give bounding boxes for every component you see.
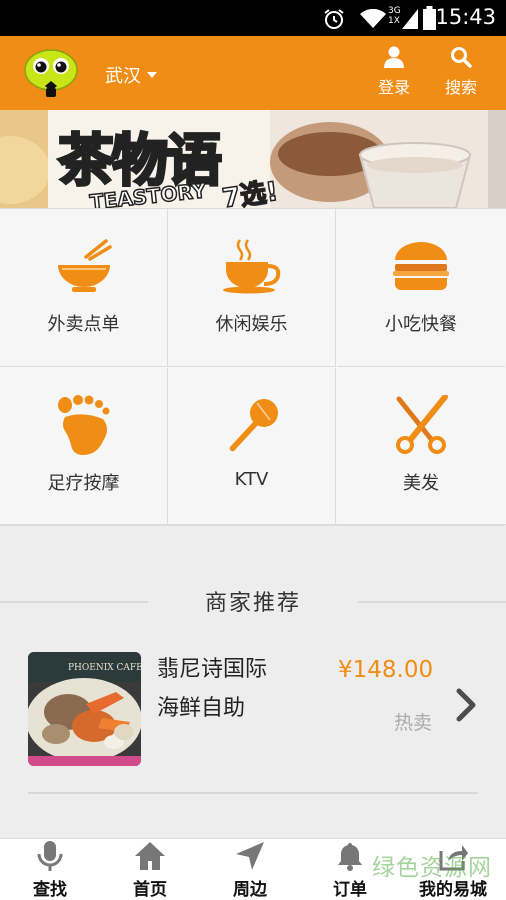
- category-label: 美发: [403, 473, 439, 494]
- divider-right: [358, 601, 506, 603]
- foot-icon: [57, 395, 109, 455]
- promo-banner[interactable]: 茶物语 TEASTORY 7选!: [0, 110, 506, 208]
- category-label: 小吃快餐: [385, 314, 457, 335]
- nav-label: 查找: [33, 880, 67, 900]
- divider-left: [0, 601, 148, 603]
- status-bar: 3G 1X 15:43: [0, 0, 506, 36]
- thumbnail-sign: PHOENIX CAFE: [68, 663, 141, 673]
- search-icon: [451, 47, 472, 68]
- signal-icon: [402, 9, 418, 29]
- city-selector[interactable]: 武汉: [105, 62, 157, 88]
- banner-image: 茶物语 TEASTORY 7选!: [0, 110, 506, 208]
- merchant-thumbnail: PHOENIX CAFE: [28, 652, 141, 766]
- nav-find[interactable]: 查找: [0, 841, 100, 900]
- login-label: 登录: [377, 78, 410, 97]
- nav-nearby[interactable]: 周边: [200, 841, 300, 900]
- search-label: 搜索: [444, 78, 477, 97]
- category-leisure[interactable]: 休闲娱乐: [168, 209, 336, 367]
- bowl-chopsticks-icon: [57, 239, 112, 292]
- microphone-icon: [229, 399, 278, 452]
- category-foot-massage[interactable]: 足疗按摩: [0, 368, 168, 526]
- category-ktv[interactable]: KTV: [168, 368, 336, 526]
- category-label: 休闲娱乐: [215, 314, 288, 335]
- section-title: 商家推荐: [148, 585, 358, 617]
- recommend-section-header: 商家推荐: [0, 575, 506, 625]
- list-divider: [28, 792, 478, 794]
- category-takeaway[interactable]: 外卖点单: [0, 209, 168, 367]
- search-button[interactable]: 搜索: [431, 46, 491, 98]
- hot-sale-tag: 热卖: [394, 712, 433, 734]
- user-icon: [384, 46, 404, 68]
- clock-time: 15:43: [435, 5, 496, 29]
- nav-label: 首页: [133, 880, 167, 900]
- chevron-right-icon[interactable]: [455, 688, 477, 722]
- login-button[interactable]: 登录: [364, 46, 424, 98]
- app-header: 武汉 登录 搜索: [0, 36, 506, 110]
- wifi-icon: [360, 9, 386, 28]
- network-type-label: 3G 1X: [388, 6, 401, 26]
- coffee-cup-icon: [222, 239, 280, 294]
- merchant-item[interactable]: PHOENIX CAFE 翡尼诗国际海鲜自助 ¥148.00 热卖: [0, 630, 506, 790]
- watermark-text: 绿色资源网: [372, 855, 492, 881]
- city-label: 武汉: [105, 66, 141, 87]
- microphone-icon: [37, 841, 63, 871]
- nav-home[interactable]: 首页: [100, 841, 200, 900]
- category-snack[interactable]: 小吃快餐: [337, 209, 505, 367]
- battery-icon: [423, 6, 436, 30]
- merchant-name: 翡尼诗国际海鲜自助: [157, 657, 268, 721]
- category-grid: 外卖点单 休闲娱乐 小吃快餐 足疗按摩 KTV 美发: [0, 208, 506, 526]
- category-label: 足疗按摩: [47, 473, 120, 494]
- burger-icon: [393, 242, 449, 290]
- category-hair[interactable]: 美发: [337, 368, 505, 526]
- caret-down-icon: [147, 72, 157, 78]
- location-arrow-icon: [236, 842, 264, 870]
- category-label: KTV: [234, 469, 269, 490]
- nav-label: 周边: [233, 880, 267, 900]
- alarm-icon: [324, 9, 344, 29]
- scissors-icon: [396, 395, 448, 454]
- merchant-price: ¥148.00: [338, 657, 434, 683]
- app-logo-icon: [24, 49, 78, 97]
- bell-icon: [338, 843, 362, 871]
- home-icon: [135, 842, 165, 870]
- category-label: 外卖点单: [47, 314, 120, 335]
